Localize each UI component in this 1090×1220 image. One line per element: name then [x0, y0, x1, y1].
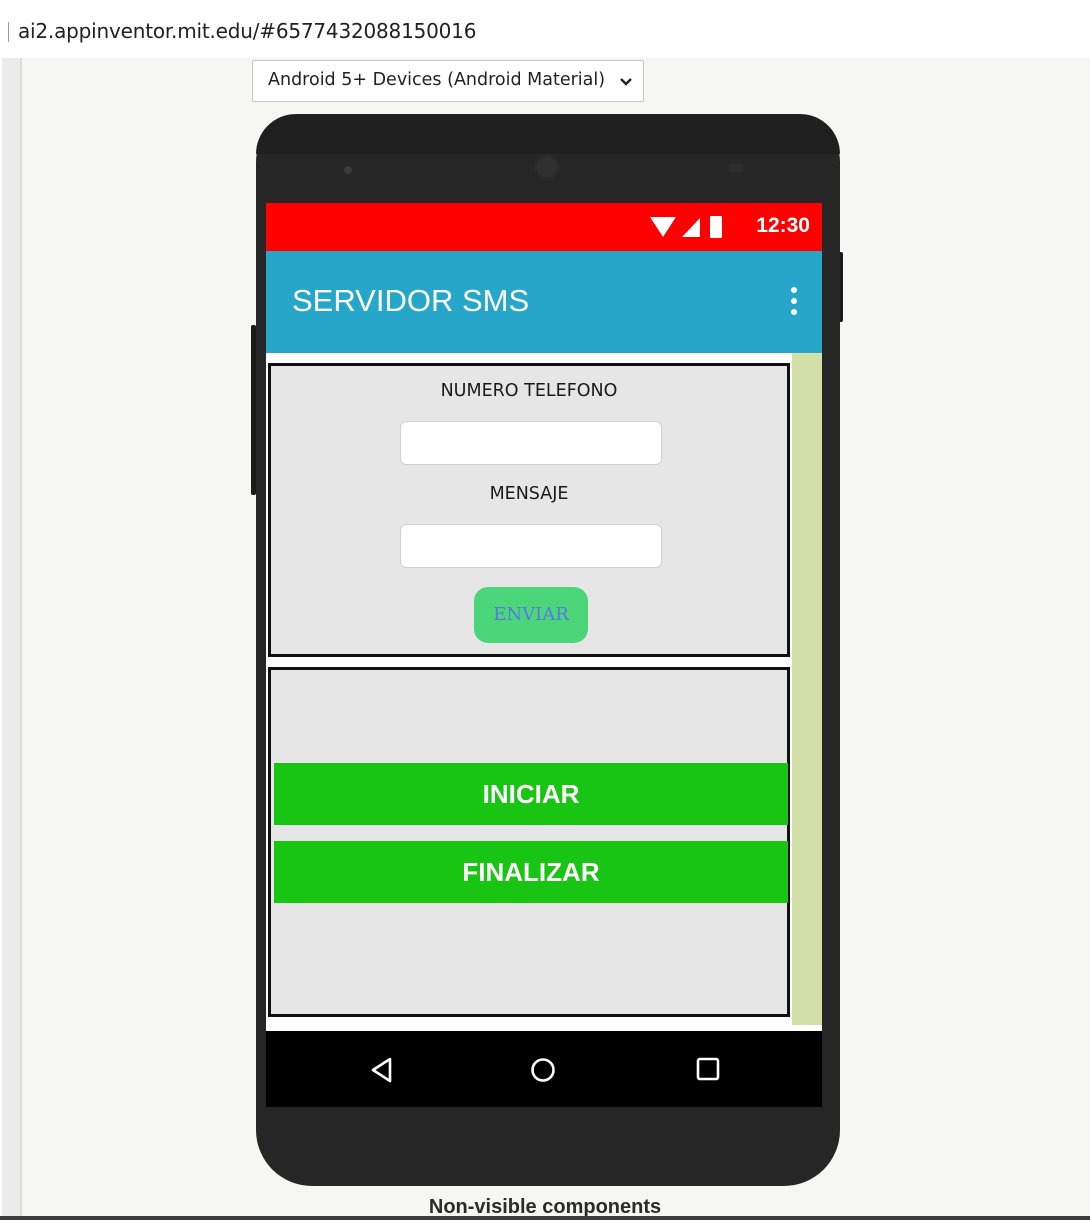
scroll-strip	[792, 353, 822, 1025]
app-bar: SERVIDOR SMS	[266, 251, 822, 353]
device-size-selected: Android 5+ Devices (Android Material)	[268, 70, 606, 90]
start-button[interactable]: INICIAR	[274, 763, 788, 825]
app-title: SERVIDOR SMS	[292, 283, 530, 318]
message-label: MENSAJE	[489, 484, 569, 504]
status-bar: 12:30	[266, 203, 822, 251]
wifi-icon	[650, 217, 676, 237]
url-text[interactable]: ai2.appinventor.mit.edu/#657743208815001…	[18, 19, 476, 43]
address-bar-separator	[8, 22, 9, 42]
more-vert-icon[interactable]	[790, 287, 798, 317]
recents-icon[interactable]	[696, 1057, 720, 1081]
phone-number-field[interactable]	[400, 421, 662, 465]
battery-icon	[710, 216, 722, 238]
signal-icon	[682, 218, 700, 237]
speaker-icon	[534, 154, 560, 180]
chevron-down-icon	[620, 78, 632, 86]
back-icon[interactable]	[370, 1057, 394, 1083]
status-icons	[650, 216, 722, 238]
status-time: 12:30	[756, 214, 810, 237]
message-field[interactable]	[400, 524, 662, 568]
sensor-icon	[728, 164, 744, 172]
phone-number-label: NUMERO TELEFONO	[440, 381, 618, 401]
device-size-select[interactable]: Android 5+ Devices (Android Material)	[252, 60, 644, 102]
bottom-divider	[0, 1216, 1090, 1220]
android-nav-bar	[266, 1031, 822, 1107]
stop-button[interactable]: FINALIZAR	[274, 841, 788, 903]
viewer-left-border	[2, 58, 20, 1220]
sms-form-panel: NUMERO TELEFONO MENSAJE ENVIAR	[268, 363, 790, 657]
send-button[interactable]: ENVIAR	[474, 587, 588, 643]
browser-address-bar[interactable]: ai2.appinventor.mit.edu/#657743208815001…	[0, 0, 1090, 58]
front-camera-icon	[344, 166, 352, 174]
phone-screen: 12:30 SERVIDOR SMS NUMERO TELEFONO MENSA…	[266, 203, 822, 1107]
home-icon[interactable]	[530, 1057, 556, 1083]
phone-top-edge	[256, 114, 840, 154]
server-control-panel: INICIAR FINALIZAR	[268, 667, 790, 1017]
